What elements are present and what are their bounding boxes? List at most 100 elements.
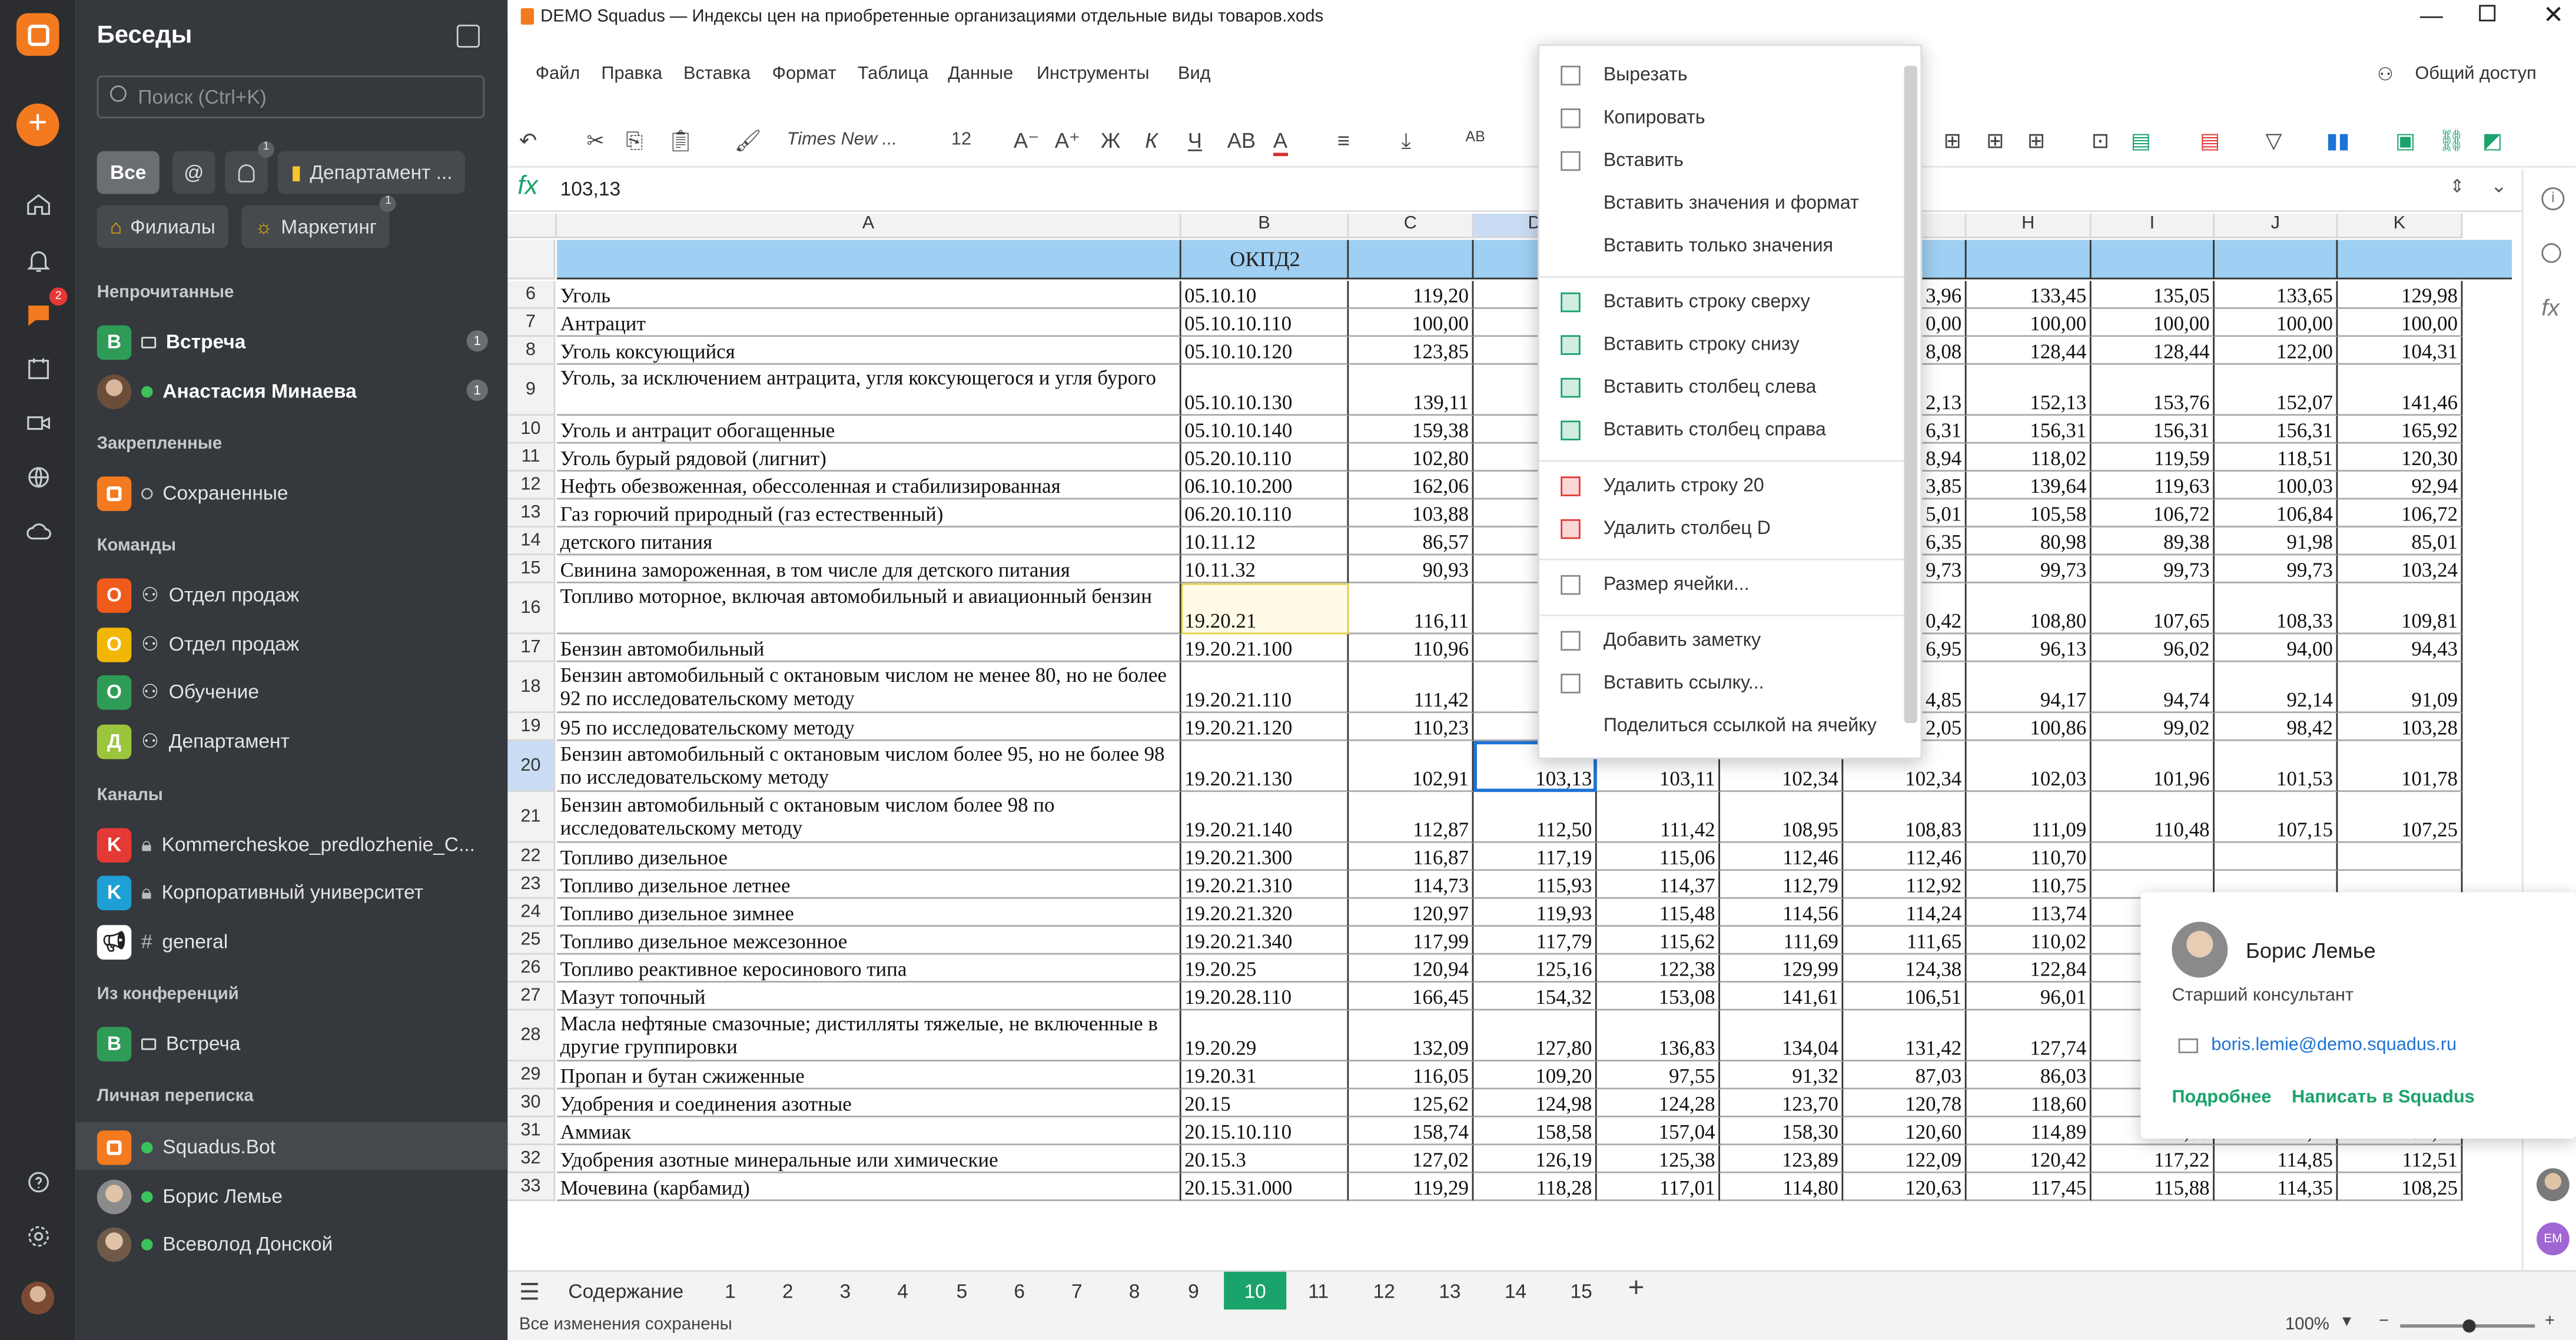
align-icon[interactable]: ≡ — [1337, 128, 1350, 153]
context-menu-item[interactable]: Добавить заметку — [1539, 623, 1911, 659]
table-cell[interactable]: Пропан и бутан сжиженные — [557, 1061, 1181, 1090]
table-cell[interactable]: 126,19 — [1473, 1145, 1597, 1173]
row-header[interactable]: 26 — [507, 954, 556, 983]
table-cell[interactable]: 117,01 — [1596, 1173, 1720, 1202]
table-cell[interactable]: Уголь коксующийся — [557, 337, 1181, 365]
table-cell[interactable]: 114,37 — [1596, 871, 1720, 899]
sheet-tab[interactable]: 5 — [933, 1272, 991, 1311]
table-cell[interactable]: 101,53 — [2214, 741, 2338, 792]
globe-icon[interactable] — [18, 457, 58, 496]
table-cell[interactable]: 125,62 — [1349, 1089, 1474, 1117]
channel-item[interactable]: K 🔒︎ Корпоративный университет — [97, 873, 492, 912]
table-cell[interactable]: 122,38 — [1596, 954, 1720, 983]
table-cell[interactable]: 108,95 — [1719, 792, 1844, 843]
table-cell[interactable]: 96,01 — [1966, 982, 2092, 1011]
function-icon[interactable]: fx — [2541, 294, 2559, 321]
context-menu-item[interactable]: Вырезать — [1539, 58, 1911, 94]
copy-icon[interactable]: ⎘ — [626, 128, 643, 155]
table-cell[interactable]: 100,00 — [2091, 309, 2215, 337]
table-cell[interactable]: 99,73 — [2091, 555, 2215, 583]
table-cell[interactable]: 114,85 — [2214, 1145, 2338, 1173]
row-header[interactable]: 10 — [507, 416, 556, 444]
context-menu-item[interactable]: Удалить столбец D — [1539, 511, 1911, 547]
table-cell[interactable]: 117,19 — [1473, 843, 1597, 871]
table-cell[interactable]: 128,44 — [2091, 337, 2215, 365]
table-cell[interactable]: 19.20.21.130 — [1181, 741, 1349, 792]
dm-item-vsevolod[interactable]: Всеволод Донской — [97, 1224, 492, 1263]
row-header[interactable]: 8 — [507, 337, 556, 365]
table-cell[interactable]: 100,00 — [2338, 309, 2463, 337]
table-cell[interactable]: Аммиак — [557, 1117, 1181, 1146]
table-cell[interactable]: 124,28 — [1596, 1089, 1720, 1117]
table-cell[interactable]: 19.20.29 — [1181, 1010, 1349, 1062]
table-cell[interactable]: 156,31 — [2214, 416, 2338, 444]
table-cell[interactable]: 87,03 — [1843, 1061, 1967, 1090]
sheet-tab[interactable]: 14 — [1487, 1272, 1545, 1311]
table-cell[interactable]: 115,06 — [1596, 843, 1720, 871]
home-icon[interactable] — [18, 184, 58, 224]
table-cell[interactable]: 129,99 — [1719, 954, 1844, 983]
table-cell[interactable]: 116,11 — [1349, 583, 1474, 635]
sheet-tab[interactable]: 4 — [874, 1272, 932, 1311]
table-cell[interactable]: 157,04 — [1596, 1117, 1720, 1146]
table-cell[interactable]: детского питания — [557, 527, 1181, 556]
table-cell[interactable]: Уголь, за исключением антрацита, угля ко… — [557, 364, 1181, 416]
table-cell[interactable]: Бензин автомобильный с октановым числом … — [557, 662, 1181, 714]
table-cell[interactable]: 109,81 — [2338, 583, 2463, 635]
table-cell[interactable]: Газ горючий природный (газ естественный) — [557, 499, 1181, 528]
table-cell[interactable]: 103,28 — [2338, 713, 2463, 741]
table-cell[interactable]: 86,03 — [1966, 1061, 2092, 1090]
font-size-select[interactable]: 12 — [951, 130, 971, 149]
row-header[interactable]: 23 — [507, 871, 556, 899]
table-cell[interactable]: Бензин автомобильный — [557, 634, 1181, 662]
table-cell[interactable]: 19.20.25 — [1181, 954, 1349, 983]
table-cell[interactable]: 127,02 — [1349, 1145, 1474, 1173]
share-button[interactable]: Общий доступ — [2415, 64, 2536, 84]
table-cell[interactable]: 166,45 — [1349, 982, 1474, 1011]
table-cell[interactable]: 152,13 — [1966, 364, 2092, 416]
table-cell[interactable]: 158,30 — [1719, 1117, 1844, 1146]
table-cell[interactable]: 19.20.31 — [1181, 1061, 1349, 1090]
font-family-select[interactable]: Times New ... — [787, 130, 897, 149]
table-cell[interactable]: 106,51 — [1843, 982, 1967, 1011]
table-cell[interactable]: 114,73 — [1349, 871, 1474, 899]
sheets-menu-icon[interactable]: ☰ — [519, 1278, 540, 1306]
row-header[interactable]: 20 — [507, 741, 556, 792]
maximize-icon[interactable] — [2479, 5, 2496, 22]
channel-item[interactable]: 📢︎ # general — [97, 922, 492, 961]
context-menu-item[interactable]: Вставить — [1539, 143, 1911, 179]
table-cell[interactable]: 10.11.12 — [1181, 527, 1349, 556]
context-menu-item[interactable]: Удалить строку 20 — [1539, 468, 1911, 504]
sheet-tab[interactable]: 2 — [759, 1272, 816, 1311]
table-cell[interactable]: 158,58 — [1473, 1117, 1597, 1146]
table-cell[interactable]: 120,42 — [1966, 1145, 2092, 1173]
context-menu-item[interactable]: Вставить столбец справа — [1539, 412, 1911, 448]
table-cell[interactable]: 111,42 — [1349, 662, 1474, 714]
table-cell[interactable]: 119,59 — [2091, 443, 2215, 472]
profile-more-link[interactable]: Подробнее — [2172, 1088, 2271, 1107]
row-header[interactable]: 24 — [507, 898, 556, 927]
table-cell[interactable]: 102,03 — [1966, 741, 2092, 792]
table-cell[interactable]: 115,93 — [1473, 871, 1597, 899]
table-cell[interactable]: Свинина замороженная, в том числе для де… — [557, 555, 1181, 583]
table-cell[interactable]: 19.20.21.120 — [1181, 713, 1349, 741]
row-header[interactable]: 29 — [507, 1061, 556, 1090]
table-cell[interactable]: 102,80 — [1349, 443, 1474, 472]
table-cell[interactable]: 112,79 — [1719, 871, 1844, 899]
profile-email[interactable]: boris.lemie@demo.squadus.ru — [2211, 1035, 2457, 1054]
table-cell[interactable]: 19.20.21.310 — [1181, 871, 1349, 899]
table-cell[interactable]: 139,11 — [1349, 364, 1474, 416]
table-cell[interactable]: 06.10.10.200 — [1181, 471, 1349, 500]
table-cell[interactable]: 162,06 — [1349, 471, 1474, 500]
table-cell[interactable]: 119,93 — [1473, 898, 1597, 927]
table-cell[interactable]: Удобрения азотные минеральные или химиче… — [557, 1145, 1181, 1173]
table-cell[interactable]: 110,48 — [2091, 792, 2215, 843]
table-cell[interactable]: Нефть обезвоженная, обессоленная и стаби… — [557, 471, 1181, 500]
table-cell[interactable]: 19.20.21.110 — [1181, 662, 1349, 714]
context-menu-item[interactable]: Вставить строку снизу — [1539, 327, 1911, 363]
table-cell[interactable]: 123,89 — [1719, 1145, 1844, 1173]
table-cell[interactable]: Масла нефтяные смазочные; дистилляты тяж… — [557, 1010, 1181, 1062]
table-cell[interactable]: 108,25 — [2338, 1173, 2463, 1202]
table-cell[interactable]: 104,31 — [2338, 337, 2463, 365]
table-cell[interactable]: 120,63 — [1843, 1173, 1967, 1202]
